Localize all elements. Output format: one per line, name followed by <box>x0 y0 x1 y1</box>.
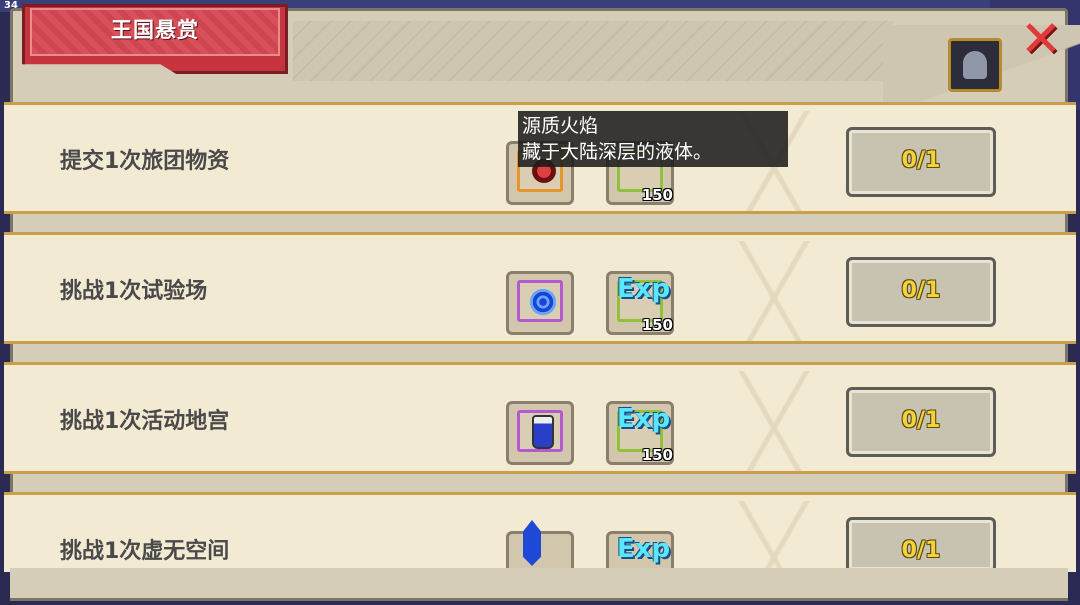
panel-header-pattern <box>293 21 893 81</box>
progress-button[interactable]: 0/1 <box>846 127 996 197</box>
task-label: 挑战1次虚无空间 <box>60 539 230 564</box>
progress-button[interactable]: 0/1 <box>846 257 996 327</box>
task-row: 挑战1次试验场 Exp 150 0/1 <box>4 232 1076 344</box>
progress-button[interactable]: 0/1 <box>846 517 996 573</box>
item-tooltip: 源质火焰 藏于大陆深层的液体。 <box>518 111 788 167</box>
blue-crystal-icon <box>523 520 541 566</box>
close-button[interactable]: ✕ <box>1018 14 1064 64</box>
item-frame <box>517 280 563 322</box>
task-label: 挑战1次试验场 <box>60 279 208 304</box>
tooltip-title: 源质火焰 <box>522 115 599 137</box>
tooltip-description: 藏于大陆深层的液体。 <box>522 141 713 163</box>
progress-text: 0/1 <box>901 148 941 173</box>
progress-text: 0/1 <box>901 278 941 303</box>
star-deco <box>704 241 844 341</box>
close-x-icon: ✕ <box>1020 10 1062 68</box>
panel-footer <box>10 568 1068 601</box>
exp-icon: Exp <box>617 534 671 564</box>
star-deco <box>704 371 844 471</box>
progress-text: 0/1 <box>901 408 941 433</box>
exp-icon: Exp <box>617 274 671 304</box>
item-frame <box>517 410 563 452</box>
progress-text: 0/1 <box>901 538 941 563</box>
item-slot[interactable] <box>506 401 574 465</box>
item-slot[interactable] <box>506 271 574 335</box>
blue-swirl-icon <box>530 289 556 315</box>
task-row: 挑战1次活动地宫 Exp 150 0/1 <box>4 362 1076 474</box>
exp-icon: Exp <box>617 404 671 434</box>
reward-count: 150 <box>641 316 673 334</box>
eagle-icon[interactable] <box>948 38 1002 92</box>
task-row: 挑战1次虚无空间 Exp 0/1 <box>4 492 1076 601</box>
task-label: 挑战1次活动地宫 <box>60 409 230 434</box>
progress-button[interactable]: 0/1 <box>846 387 996 457</box>
reward-count: 150 <box>641 446 673 464</box>
potion-bottle-icon <box>532 415 554 449</box>
reward-slot[interactable]: Exp 150 <box>606 271 674 335</box>
reward-count: 150 <box>641 186 673 204</box>
page-title: 王国悬赏 <box>111 18 199 42</box>
reward-slot[interactable]: Exp 150 <box>606 401 674 465</box>
task-label: 提交1次旅团物资 <box>60 149 230 174</box>
